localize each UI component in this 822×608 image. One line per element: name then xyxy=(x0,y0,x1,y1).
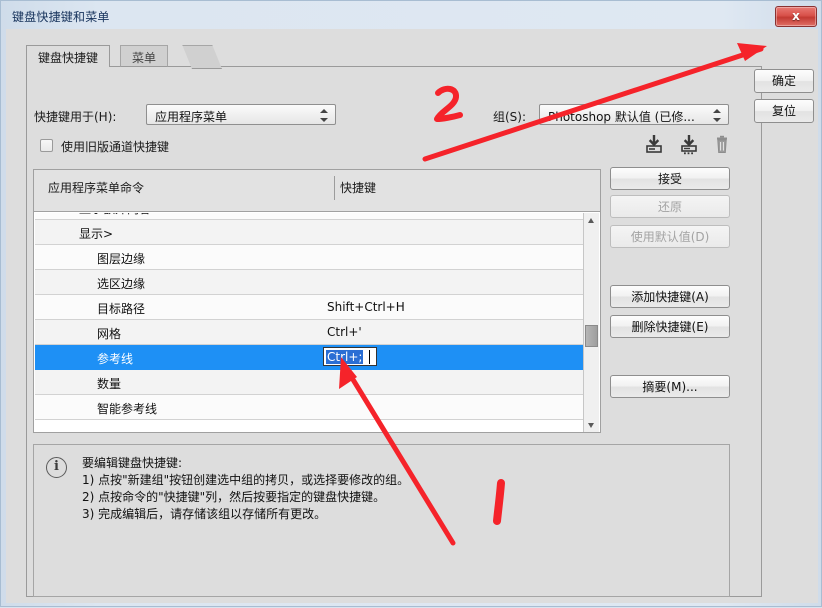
info-icon-glyph: i xyxy=(54,459,59,474)
shortcut-list-rows: 显示额外内容 Ctrl+H 显示> 图层边缘 选区边缘 xyxy=(35,213,585,420)
accept-button-label: 接受 xyxy=(657,172,682,186)
undo-button: 还原 xyxy=(610,195,730,218)
row-command: 显示额外内容 xyxy=(79,213,151,217)
info-text: 要编辑键盘快捷键: 1) 点按"新建组"按钮创建选中组的拷贝，或选择要修改的组。… xyxy=(82,455,712,523)
tab-strip: 菜单 键盘快捷键 xyxy=(26,45,766,69)
window-title: 键盘快捷键和菜单 xyxy=(12,10,110,24)
table-row[interactable]: 网格 Ctrl+' xyxy=(35,320,585,345)
dialog-body: 菜单 键盘快捷键 快捷键用于(H): 应用程序菜单 组(S): Photosho… xyxy=(6,29,818,603)
info-line-3: 3) 完成编辑后，请存储该组以存储所有更改。 xyxy=(82,507,327,521)
tab-menus-label: 菜单 xyxy=(132,51,157,65)
scrollbar-thumb[interactable] xyxy=(585,325,598,347)
accept-button[interactable]: 接受 xyxy=(610,167,730,190)
delete-shortcut-button-label: 删除快捷键(E) xyxy=(631,320,709,334)
row-command: 数量 xyxy=(97,377,122,391)
shortcut-input[interactable]: Ctrl+; xyxy=(323,347,377,366)
close-button[interactable]: x xyxy=(775,6,817,27)
scroll-up-arrow-icon[interactable] xyxy=(584,213,599,228)
row-command: 图层边缘 xyxy=(97,252,146,266)
reset-button[interactable]: 复位 xyxy=(754,99,814,123)
delete-shortcut-button[interactable]: 删除快捷键(E) xyxy=(610,315,730,338)
tab-keyboard-shortcuts-label: 键盘快捷键 xyxy=(38,51,99,65)
row-shortcut[interactable]: Ctrl+H xyxy=(327,213,367,214)
shortcut-input-value: Ctrl+; xyxy=(326,350,364,364)
table-row[interactable]: 目标路径 Shift+Ctrl+H xyxy=(35,295,585,320)
undo-button-label: 还原 xyxy=(657,200,682,214)
summarize-button-label: 摘要(M)... xyxy=(642,380,698,394)
table-row-selected[interactable]: 参考线 Ctrl+; xyxy=(35,345,585,370)
table-row[interactable]: 显示> xyxy=(35,220,585,245)
list-header: 应用程序菜单命令 快捷键 xyxy=(33,169,601,211)
chevron-updown-icon xyxy=(713,109,722,122)
legacy-channel-shortcuts-checkbox[interactable] xyxy=(40,139,53,152)
text-caret xyxy=(369,350,370,364)
set-value: Photoshop 默认值 (已修... xyxy=(548,110,695,124)
info-line-1: 1) 点按"新建组"按钮创建选中组的拷贝，或选择要修改的组。 xyxy=(82,473,410,487)
table-row[interactable]: 选区边缘 xyxy=(35,270,585,295)
set-label: 组(S): xyxy=(493,110,527,124)
tab-menus[interactable]: 菜单 xyxy=(120,45,169,67)
column-divider xyxy=(334,176,335,200)
info-line-2: 2) 点按命令的"快捷键"列，然后按要指定的键盘快捷键。 xyxy=(82,490,386,504)
row-command: 选区边缘 xyxy=(97,277,146,291)
save-set-icon[interactable] xyxy=(643,134,665,155)
triangle-up-icon xyxy=(588,218,594,223)
delete-set-icon[interactable] xyxy=(711,135,733,155)
use-default-button: 使用默认值(D) xyxy=(610,225,730,248)
row-shortcut[interactable]: Shift+Ctrl+H xyxy=(327,300,405,314)
chevron-updown-icon xyxy=(320,109,329,122)
list-scrollbar[interactable] xyxy=(583,213,599,432)
row-command: 目标路径 xyxy=(97,302,146,316)
table-row[interactable]: 数量 xyxy=(35,370,585,395)
save-set-as-icon[interactable] xyxy=(678,134,700,155)
row-command: 显示> xyxy=(79,227,114,241)
summarize-button[interactable]: 摘要(M)... xyxy=(610,375,730,398)
info-box: i 要编辑键盘快捷键: 1) 点按"新建组"按钮创建选中组的拷贝，或选择要修改的… xyxy=(33,444,730,597)
row-command: 参考线 xyxy=(97,352,134,366)
shortcut-list[interactable]: 显示额外内容 Ctrl+H 显示> 图层边缘 选区边缘 xyxy=(33,211,601,433)
dialog-window: 键盘快捷键和菜单 x 菜单 键盘快捷键 快捷键用于(H): 应用程序菜单 组(S… xyxy=(0,0,822,607)
shortcuts-for-select[interactable]: 应用程序菜单 xyxy=(146,104,336,125)
row-command: 智能参考线 xyxy=(97,402,158,416)
use-default-button-label: 使用默认值(D) xyxy=(630,230,710,244)
ok-button[interactable]: 确定 xyxy=(754,69,814,93)
reset-button-label: 复位 xyxy=(771,104,796,118)
close-icon: x xyxy=(792,9,800,23)
column-header-command: 应用程序菜单命令 xyxy=(48,181,145,195)
shortcuts-for-label: 快捷键用于(H): xyxy=(34,110,117,124)
column-header-shortcut: 快捷键 xyxy=(340,181,377,195)
table-row[interactable]: 智能参考线 xyxy=(35,395,585,420)
row-shortcut[interactable]: Ctrl+' xyxy=(327,325,362,339)
row-command: 网格 xyxy=(97,327,122,341)
title-bar: 键盘快捷键和菜单 x xyxy=(1,1,822,29)
shortcut-list-viewport: 显示额外内容 Ctrl+H 显示> 图层边缘 选区边缘 xyxy=(35,213,585,432)
table-row[interactable]: 显示额外内容 Ctrl+H xyxy=(35,213,585,220)
tab-keyboard-shortcuts[interactable]: 键盘快捷键 xyxy=(26,45,111,67)
triangle-down-icon xyxy=(588,423,594,428)
info-icon: i xyxy=(46,457,67,478)
info-line-0: 要编辑键盘快捷键: xyxy=(82,456,183,470)
add-shortcut-button-label: 添加快捷键(A) xyxy=(631,290,709,304)
shortcuts-for-value: 应用程序菜单 xyxy=(155,110,228,124)
add-shortcut-button[interactable]: 添加快捷键(A) xyxy=(610,285,730,308)
legacy-channel-shortcuts-label: 使用旧版通道快捷键 xyxy=(61,140,170,154)
ok-button-label: 确定 xyxy=(771,74,796,88)
table-row[interactable]: 图层边缘 xyxy=(35,245,585,270)
set-select[interactable]: Photoshop 默认值 (已修... xyxy=(539,104,729,125)
scroll-down-arrow-icon[interactable] xyxy=(584,418,599,432)
